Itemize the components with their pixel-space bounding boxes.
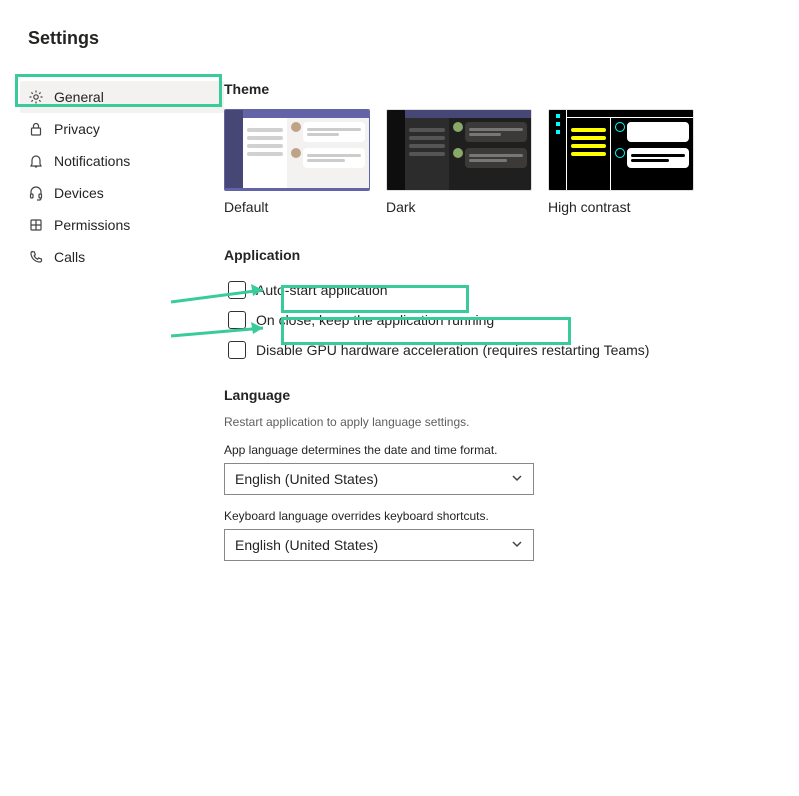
- theme-option-high-contrast[interactable]: High contrast: [548, 109, 694, 215]
- checkbox-label: Auto-start application: [256, 282, 388, 298]
- key-icon: [28, 217, 44, 233]
- application-heading: Application: [224, 247, 767, 263]
- dropdown-value: English (United States): [235, 537, 378, 553]
- sidebar: General Privacy Notifications Devices Pe: [20, 81, 224, 561]
- theme-label: High contrast: [548, 199, 694, 215]
- theme-heading: Theme: [224, 81, 767, 97]
- theme-preview-high-contrast: [548, 109, 694, 191]
- bell-icon: [28, 153, 44, 169]
- sidebar-item-privacy[interactable]: Privacy: [20, 113, 224, 145]
- sidebar-item-devices[interactable]: Devices: [20, 177, 224, 209]
- checkbox-label: Disable GPU hardware acceleration (requi…: [256, 342, 649, 358]
- checkbox-disable-gpu[interactable]: Disable GPU hardware acceleration (requi…: [224, 335, 767, 365]
- headset-icon: [28, 185, 44, 201]
- keyboard-language-label: Keyboard language overrides keyboard sho…: [224, 509, 767, 523]
- theme-preview-dark: [386, 109, 532, 191]
- checkbox-keep-running[interactable]: On close, keep the application running: [224, 305, 767, 335]
- sidebar-item-label: Permissions: [54, 217, 130, 233]
- lock-icon: [28, 121, 44, 137]
- sidebar-item-label: General: [54, 89, 104, 105]
- sidebar-item-label: Calls: [54, 249, 85, 265]
- checkbox-label: On close, keep the application running: [256, 312, 494, 328]
- theme-label: Dark: [386, 199, 532, 215]
- sidebar-item-permissions[interactable]: Permissions: [20, 209, 224, 241]
- theme-preview-default: [224, 109, 370, 191]
- checkbox-auto-start[interactable]: Auto-start application: [224, 275, 767, 305]
- gear-icon: [28, 89, 44, 105]
- language-heading: Language: [224, 387, 767, 403]
- phone-icon: [28, 249, 44, 265]
- sidebar-item-notifications[interactable]: Notifications: [20, 145, 224, 177]
- chevron-down-icon: [511, 471, 523, 487]
- language-description: Restart application to apply language se…: [224, 415, 767, 429]
- app-language-label: App language determines the date and tim…: [224, 443, 767, 457]
- sidebar-item-label: Notifications: [54, 153, 130, 169]
- sidebar-item-calls[interactable]: Calls: [20, 241, 224, 273]
- keyboard-language-dropdown[interactable]: English (United States): [224, 529, 534, 561]
- sidebar-item-label: Privacy: [54, 121, 100, 137]
- checkbox-icon: [228, 341, 246, 359]
- checkbox-icon: [228, 311, 246, 329]
- dropdown-value: English (United States): [235, 471, 378, 487]
- app-language-dropdown[interactable]: English (United States): [224, 463, 534, 495]
- chevron-down-icon: [511, 537, 523, 553]
- sidebar-item-label: Devices: [54, 185, 104, 201]
- theme-options: Default Dark: [224, 109, 767, 215]
- page-title: Settings: [0, 0, 799, 49]
- theme-label: Default: [224, 199, 370, 215]
- checkbox-icon: [228, 281, 246, 299]
- close-button[interactable]: [751, 30, 771, 50]
- theme-option-dark[interactable]: Dark: [386, 109, 532, 215]
- sidebar-item-general[interactable]: General: [20, 81, 224, 113]
- theme-option-default[interactable]: Default: [224, 109, 370, 215]
